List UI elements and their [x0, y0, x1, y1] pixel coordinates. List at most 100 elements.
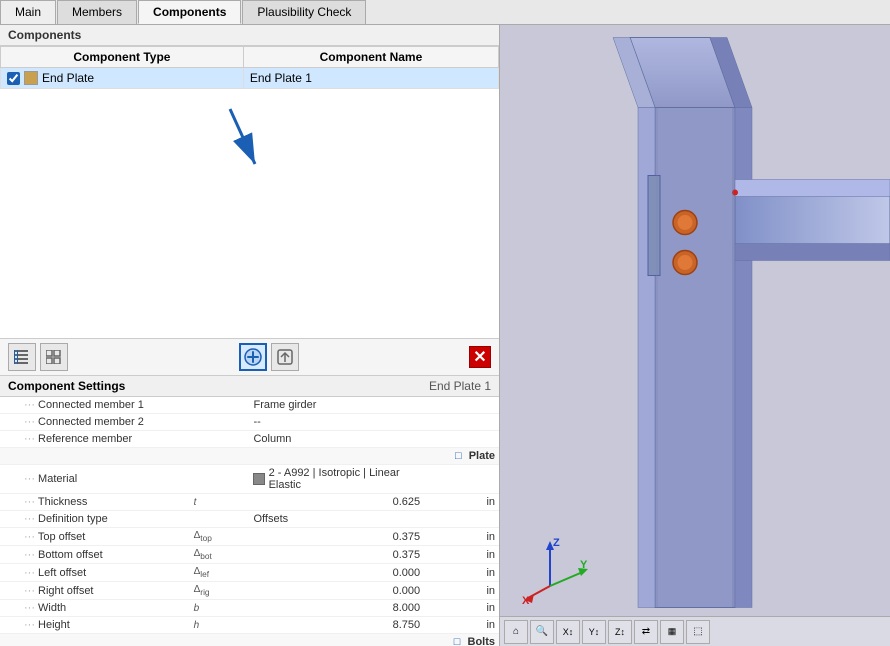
prop-label: Connected member 2: [0, 414, 190, 431]
edit-component-button[interactable]: [271, 343, 299, 371]
prop-symbol: [190, 511, 250, 528]
settings-section-header: Component Settings End Plate 1: [0, 376, 499, 397]
color-indicator: [24, 71, 38, 85]
prop-label: Material: [0, 465, 190, 494]
prop-symbol: [190, 397, 250, 414]
prop-row-material: Material 2 - A992 | Isotropic | Linear E…: [0, 465, 499, 494]
plate-section-row: □ Plate: [0, 448, 499, 465]
add-icon: [243, 347, 263, 367]
components-section-header: Components: [0, 25, 499, 46]
prop-unit: [424, 431, 499, 448]
prop-label: Thickness: [0, 494, 190, 511]
prop-unit: [424, 511, 499, 528]
arrow-area: [0, 89, 499, 338]
properties-table: Connected member 1 Frame girder Connecte…: [0, 397, 499, 646]
prop-symbol: Δlef: [190, 564, 250, 582]
delete-button[interactable]: ✕: [469, 346, 491, 368]
viewport-3d[interactable]: Z Y X ⌂ 🔍 X↕ Y↕: [500, 25, 890, 646]
home-view-button[interactable]: ⌂: [504, 620, 528, 644]
prop-row-deftype: Definition type Offsets: [0, 511, 499, 528]
settings-content: Connected member 1 Frame girder Connecte…: [0, 397, 499, 646]
prop-row-right-offset: Right offset Δrig 0.000 in: [0, 582, 499, 600]
tab-plausibility[interactable]: Plausibility Check: [242, 0, 366, 24]
flip-button[interactable]: ⇄: [634, 620, 658, 644]
tab-bar: Main Members Components Plausibility Che…: [0, 0, 890, 25]
prop-value: 8.750: [249, 617, 424, 634]
prop-label: Height: [0, 617, 190, 634]
svg-text:Y: Y: [580, 559, 588, 571]
col-type-header: Component Type: [1, 47, 244, 68]
prop-row-thickness: Thickness t 0.625 in: [0, 494, 499, 511]
prop-label: Reference member: [0, 431, 190, 448]
prop-symbol: [190, 431, 250, 448]
prop-label: Definition type: [0, 511, 190, 528]
tab-main[interactable]: Main: [0, 0, 56, 24]
list-view-button[interactable]: [8, 343, 36, 371]
grid-view-button[interactable]: [40, 343, 68, 371]
prop-row-member2: Connected member 2 --: [0, 414, 499, 431]
main-container: Main Members Components Plausibility Che…: [0, 0, 890, 646]
prop-unit: in: [424, 600, 499, 617]
plate-toggle[interactable]: □: [455, 450, 462, 462]
type-label: End Plate: [42, 71, 94, 85]
prop-symbol: Δbot: [190, 546, 250, 564]
settings-view-button[interactable]: ▦: [660, 620, 684, 644]
prop-label: Right offset: [0, 582, 190, 600]
rotate-y-button[interactable]: Y↕: [582, 620, 606, 644]
prop-unit: in: [424, 582, 499, 600]
type-cell: End Plate: [1, 68, 244, 89]
bolts-toggle[interactable]: □: [454, 636, 461, 646]
prop-row-member1: Connected member 1 Frame girder: [0, 397, 499, 414]
col-name-header: Component Name: [243, 47, 498, 68]
prop-unit: in: [424, 546, 499, 564]
prop-unit: [424, 414, 499, 431]
prop-symbol: Δtop: [190, 528, 250, 546]
end-plate-label: End Plate 1: [429, 379, 491, 393]
prop-value: 0.000: [249, 564, 424, 582]
arrow-indicator: [210, 99, 290, 199]
plate-section-label: Plate: [469, 450, 495, 462]
table-row[interactable]: End Plate End Plate 1: [1, 68, 499, 89]
axes-indicator: Z Y X: [520, 536, 590, 606]
edit-icon: [276, 348, 294, 366]
prop-row-top-offset: Top offset Δtop 0.375 in: [0, 528, 499, 546]
prop-value: 2 - A992 | Isotropic | Linear Elastic: [249, 465, 424, 494]
bolts-section-row: □ Bolts: [0, 634, 499, 646]
prop-unit: in: [424, 617, 499, 634]
prop-label: Bottom offset: [0, 546, 190, 564]
zoom-button[interactable]: 🔍: [530, 620, 554, 644]
prop-label: Connected member 1: [0, 397, 190, 414]
row-checkbox[interactable]: [7, 72, 20, 85]
prop-unit: [424, 465, 499, 494]
prop-symbol: [190, 465, 250, 494]
add-component-button[interactable]: [239, 343, 267, 371]
prop-row-height: Height h 8.750 in: [0, 617, 499, 634]
prop-unit: in: [424, 528, 499, 546]
rotate-z-button[interactable]: Z↕: [608, 620, 632, 644]
prop-value: Frame girder: [249, 397, 424, 414]
left-panel: Components Component Type Component Name: [0, 25, 500, 646]
prop-row-ref: Reference member Column: [0, 431, 499, 448]
prop-label: Width: [0, 600, 190, 617]
prop-value: 8.000: [249, 600, 424, 617]
prop-value: 0.375: [249, 528, 424, 546]
svg-text:X: X: [522, 595, 530, 606]
name-cell: End Plate 1: [243, 68, 498, 89]
tab-components[interactable]: Components: [138, 0, 241, 24]
perspective-button[interactable]: ⬚: [686, 620, 710, 644]
settings-title: Component Settings: [8, 379, 125, 393]
prop-value: Column: [249, 431, 424, 448]
prop-value: --: [249, 414, 424, 431]
svg-text:Z: Z: [553, 537, 560, 549]
prop-unit: in: [424, 494, 499, 511]
viewport-toolbar: ⌂ 🔍 X↕ Y↕ Z↕ ⇄ ▦ ⬚: [500, 616, 890, 646]
prop-unit: [424, 397, 499, 414]
prop-symbol: [190, 414, 250, 431]
prop-symbol: b: [190, 600, 250, 617]
tab-members[interactable]: Members: [57, 0, 137, 24]
rotate-x-button[interactable]: X↕: [556, 620, 580, 644]
prop-value: 0.375: [249, 546, 424, 564]
content-area: Components Component Type Component Name: [0, 25, 890, 646]
prop-symbol: h: [190, 617, 250, 634]
prop-row-bot-offset: Bottom offset Δbot 0.375 in: [0, 546, 499, 564]
